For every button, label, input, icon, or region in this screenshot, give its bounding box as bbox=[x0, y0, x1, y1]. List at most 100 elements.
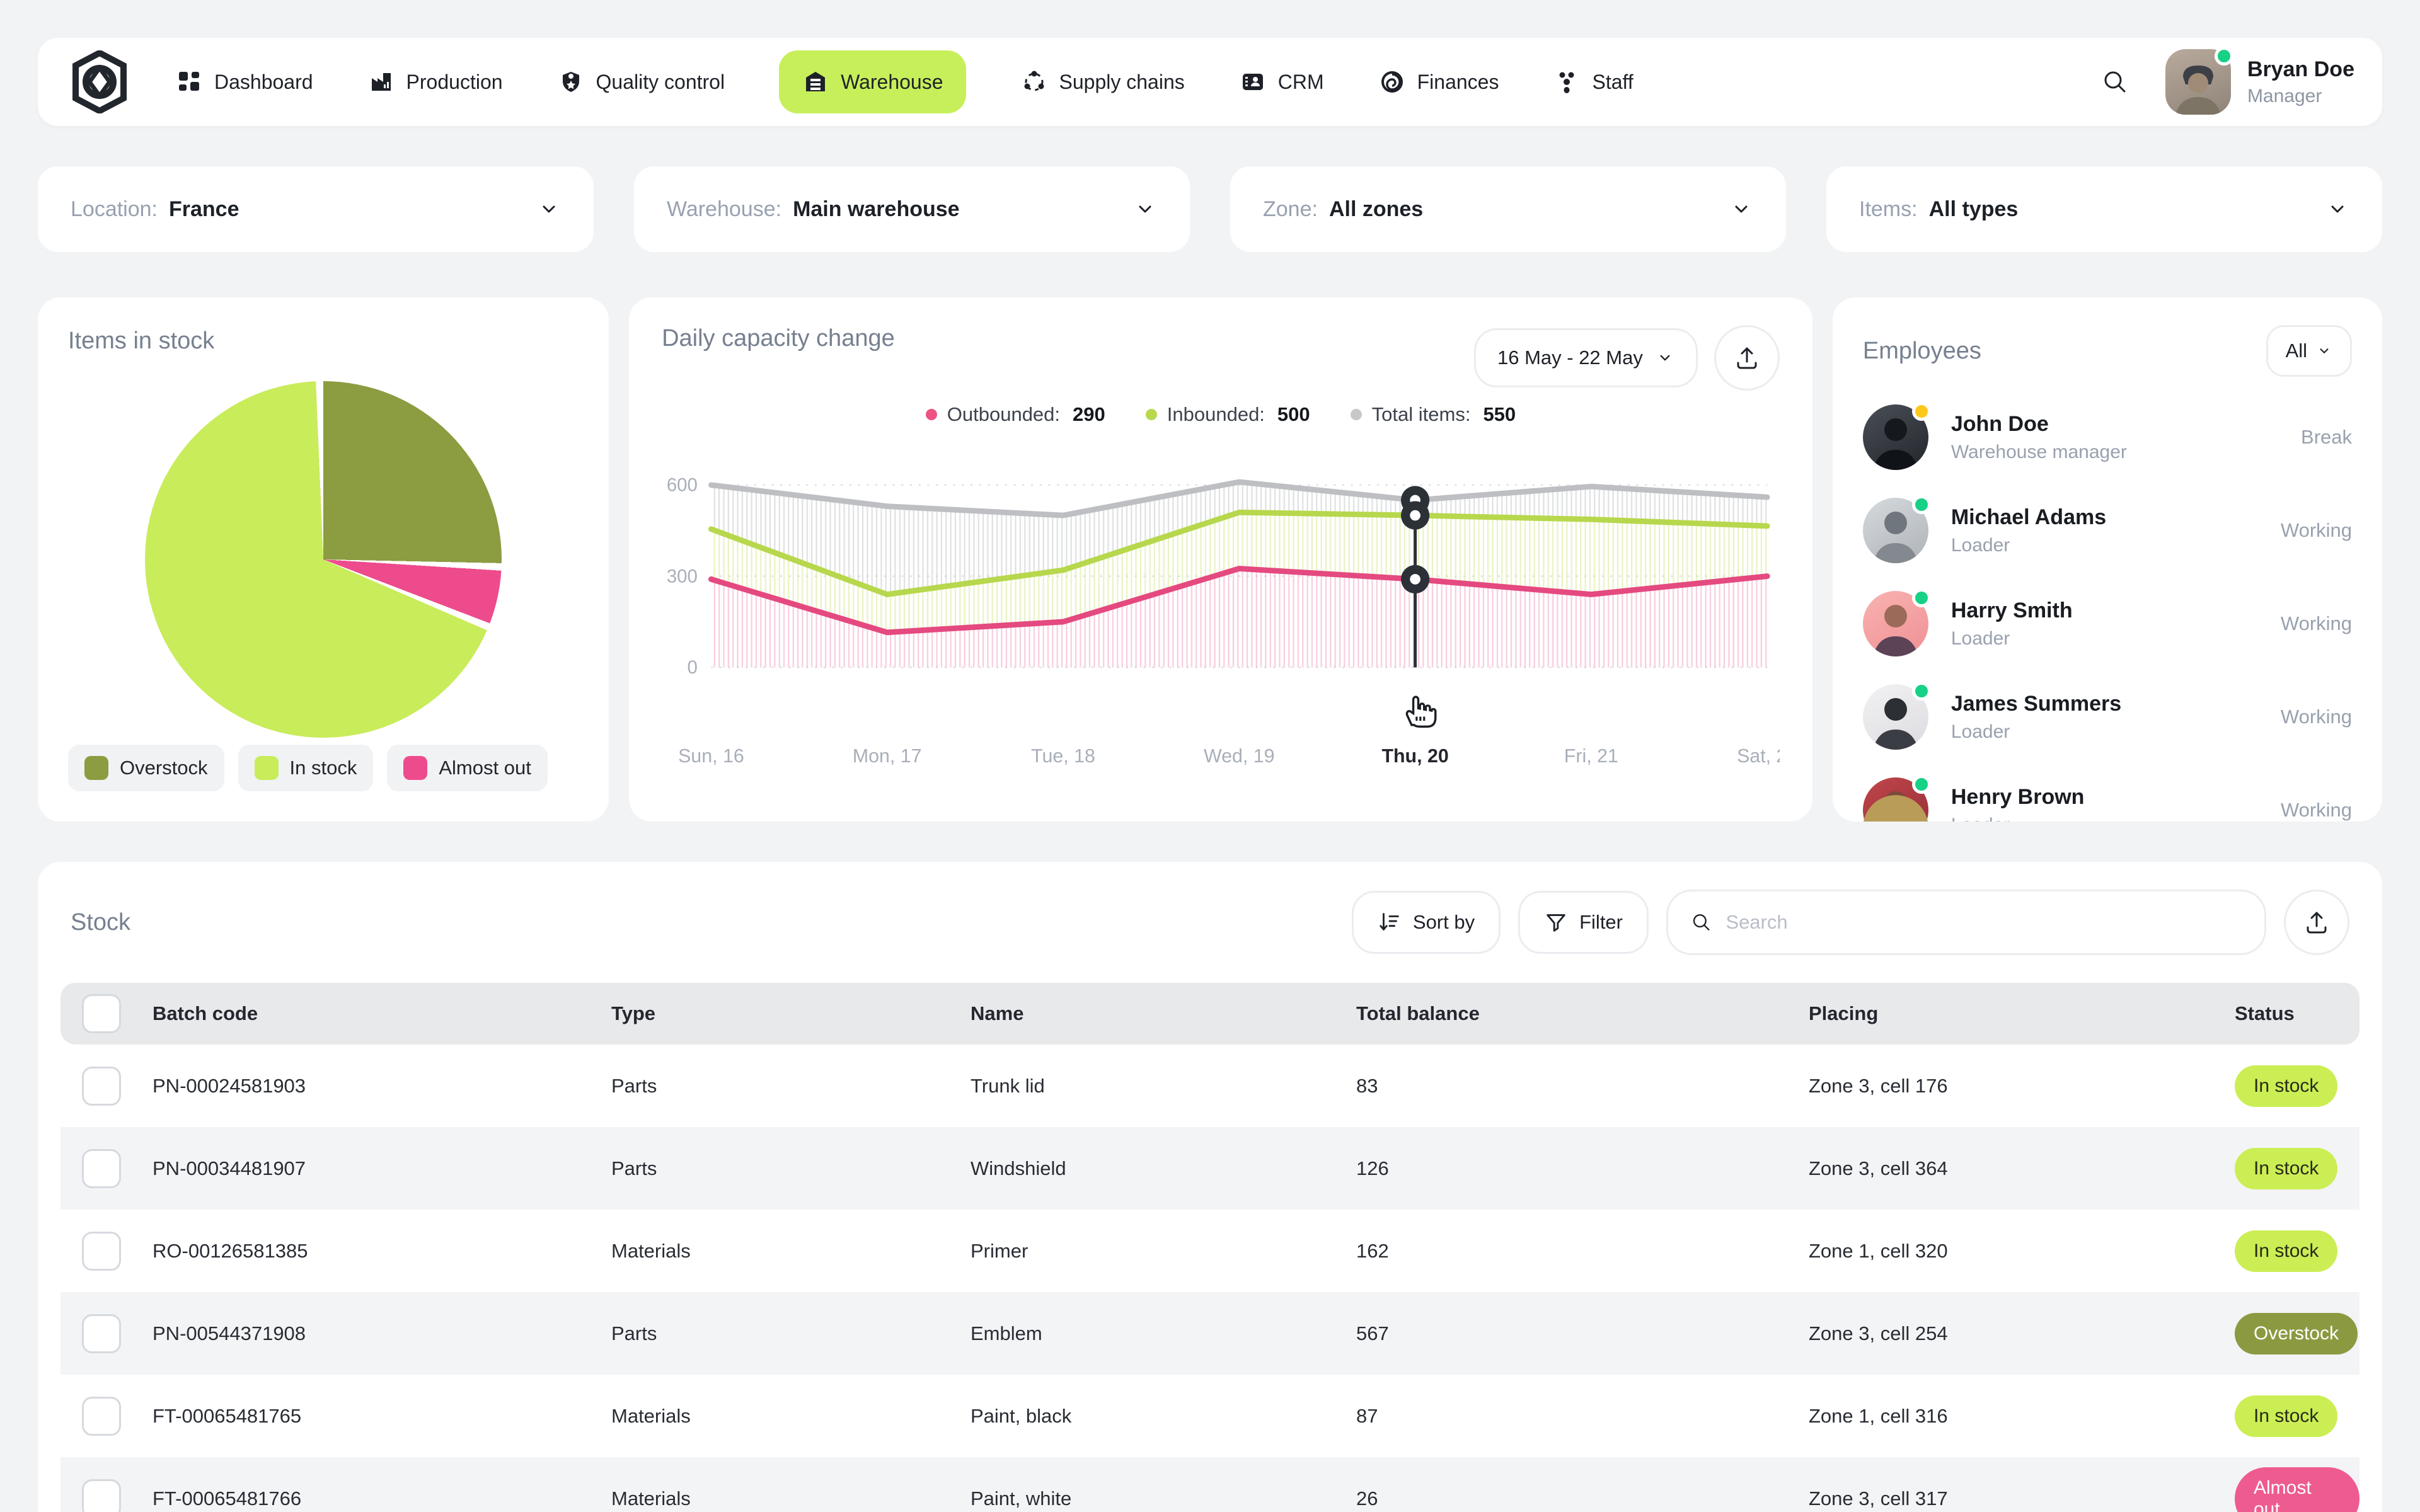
cell-total-balance: 26 bbox=[1356, 1487, 1378, 1509]
avatar bbox=[1862, 588, 1931, 656]
staff-icon bbox=[1553, 68, 1581, 96]
employee-row-james-summers[interactable]: James Summers Loader Working bbox=[1862, 682, 2353, 750]
legend-outbounded: Outbounded: 290 bbox=[925, 403, 1105, 426]
nav-item-quality-control[interactable]: Quality control bbox=[557, 68, 725, 96]
cell-type: Materials bbox=[611, 1239, 691, 1262]
legend-inbounded: Inbounded: 500 bbox=[1145, 403, 1310, 426]
svg-text:0: 0 bbox=[688, 657, 698, 678]
employee-row-john-doe[interactable]: John Doe Warehouse manager Break bbox=[1862, 402, 2353, 470]
nav-item-staff[interactable]: Staff bbox=[1553, 68, 1634, 96]
daily-capacity-card: Daily capacity change 16 May - 22 May Ou… bbox=[629, 297, 1812, 822]
sort-by-button[interactable]: Sort by bbox=[1351, 891, 1501, 954]
capacity-title: Daily capacity change bbox=[662, 325, 895, 352]
filter-row: Location: France Warehouse: Main warehou… bbox=[38, 166, 2382, 252]
cell-name: Emblem bbox=[971, 1322, 1042, 1344]
row-checkbox[interactable] bbox=[82, 1148, 121, 1188]
cell-type: Parts bbox=[611, 1322, 657, 1344]
employee-name: John Doe bbox=[1950, 411, 2049, 436]
nav-item-label: Staff bbox=[1592, 70, 1634, 93]
stock-search-field[interactable] bbox=[1666, 890, 2266, 955]
svg-text:600: 600 bbox=[667, 475, 698, 496]
status-dot bbox=[1911, 495, 1931, 514]
filter-label: Filter bbox=[1579, 911, 1623, 933]
table-row: FT-00065481766 Materials Paint, white 26… bbox=[60, 1457, 2360, 1512]
nav-item-finances[interactable]: Finances bbox=[1378, 68, 1499, 96]
select-all-checkbox[interactable] bbox=[82, 994, 121, 1033]
column-header-name: Name bbox=[971, 1002, 1024, 1024]
row-checkbox[interactable] bbox=[82, 1396, 121, 1436]
app-logo-icon[interactable] bbox=[69, 49, 130, 115]
row-checkbox[interactable] bbox=[82, 1479, 121, 1512]
user-menu[interactable]: Bryan Doe Manager bbox=[2165, 47, 2354, 115]
warehouse-icon bbox=[802, 68, 829, 96]
stock-pie-chart[interactable] bbox=[145, 381, 502, 738]
quality-control-icon bbox=[557, 68, 585, 96]
column-header-status: Status bbox=[2235, 1002, 2295, 1024]
status-dot bbox=[1911, 588, 1931, 607]
location-filter[interactable]: Location: France bbox=[38, 166, 594, 252]
employee-status: Break bbox=[2301, 426, 2353, 448]
column-header-total-balance: Total balance bbox=[1356, 1002, 1480, 1024]
cell-type: Materials bbox=[611, 1487, 691, 1509]
column-header-type: Type bbox=[611, 1002, 656, 1024]
legend-label: Total items: bbox=[1371, 403, 1471, 425]
cell-total-balance: 83 bbox=[1356, 1074, 1378, 1097]
warehouse-filter[interactable]: Warehouse: Main warehouse bbox=[634, 166, 1190, 252]
nav-item-dashboard[interactable]: Dashboard bbox=[175, 68, 313, 96]
search-input[interactable] bbox=[1726, 911, 2243, 934]
status-dot bbox=[1911, 682, 1931, 701]
items-in-stock-card: Items in stock Overstock In stock Almost… bbox=[38, 297, 609, 822]
table-row: PN-00034481907 Parts Windshield 126 Zone… bbox=[60, 1127, 2360, 1210]
nav-item-warehouse[interactable]: Warehouse bbox=[779, 50, 966, 113]
export-table-button[interactable] bbox=[2284, 890, 2349, 955]
nav-item-label: Dashboard bbox=[214, 70, 313, 93]
legend-swatch bbox=[84, 756, 108, 780]
employee-row-henry-brown[interactable]: Henry Brown Loader Working bbox=[1862, 775, 2353, 822]
employee-status: Working bbox=[2280, 799, 2353, 821]
filter-button[interactable]: Filter bbox=[1518, 891, 1649, 954]
nav-item-label: Warehouse bbox=[841, 70, 943, 93]
user-avatar bbox=[2165, 47, 2233, 115]
status-badge: In stock bbox=[2235, 1230, 2338, 1272]
date-range-select[interactable]: 16 May - 22 May bbox=[1473, 328, 1698, 387]
online-dot bbox=[2214, 47, 2233, 66]
legend-label: Inbounded: bbox=[1167, 403, 1265, 425]
employee-role: Loader bbox=[1950, 627, 2010, 649]
svg-text:Sat, 22: Sat, 22 bbox=[1737, 746, 1780, 767]
employee-role: Loader bbox=[1951, 815, 2085, 822]
row-checkbox[interactable] bbox=[82, 1231, 121, 1271]
employees-filter-select[interactable]: All bbox=[2266, 325, 2353, 377]
avatar bbox=[1862, 402, 1931, 470]
employee-status: Working bbox=[2280, 706, 2353, 728]
search-icon bbox=[1693, 914, 1710, 931]
cell-total-balance: 162 bbox=[1356, 1239, 1389, 1262]
chevron-down-icon bbox=[2320, 348, 2329, 353]
cell-placing: Zone 3, cell 364 bbox=[1809, 1157, 1948, 1179]
row-checkbox[interactable] bbox=[82, 1066, 121, 1106]
table-body: PN-00024581903 Parts Trunk lid 83 Zone 3… bbox=[60, 1045, 2360, 1512]
svg-text:Mon, 17: Mon, 17 bbox=[853, 746, 922, 767]
nav-item-supply-chains[interactable]: Supply chains bbox=[1020, 68, 1185, 96]
pie-legend: Overstock In stock Almost out bbox=[68, 745, 579, 791]
nav-item-production[interactable]: Production bbox=[367, 68, 503, 96]
status-dot bbox=[1911, 775, 1931, 794]
chevron-down-icon bbox=[1729, 197, 1753, 221]
svg-text:Fri, 21: Fri, 21 bbox=[1564, 746, 1618, 767]
pie-card-title: Items in stock bbox=[68, 328, 215, 354]
row-checkbox[interactable] bbox=[82, 1314, 121, 1353]
filter-value: Main warehouse bbox=[793, 197, 960, 221]
export-chart-button[interactable] bbox=[1714, 325, 1780, 391]
items-filter[interactable]: Items: All types bbox=[1826, 166, 2382, 252]
legend-dot bbox=[1145, 409, 1157, 420]
employee-row-michael-adams[interactable]: Michael Adams Loader Working bbox=[1862, 495, 2352, 563]
employees-filter-value: All bbox=[2285, 340, 2308, 362]
nav-item-crm[interactable]: CRM bbox=[1239, 68, 1324, 96]
cell-type: Parts bbox=[611, 1157, 657, 1179]
zone-filter[interactable]: Zone: All zones bbox=[1230, 166, 1786, 252]
search-icon[interactable] bbox=[2100, 67, 2130, 97]
employee-name: Henry Brown bbox=[1950, 784, 2085, 809]
cell-placing: Zone 1, cell 316 bbox=[1809, 1404, 1948, 1427]
legend-item-in-stock: In stock bbox=[238, 745, 374, 791]
employee-row-harry-smith[interactable]: Harry Smith Loader Working bbox=[1862, 588, 2352, 656]
capacity-line-chart[interactable]: 0 300 600 Sun, 16 Mon, 17 Tue, 18 Wed, 19 Thu, … bbox=[662, 437, 1780, 794]
